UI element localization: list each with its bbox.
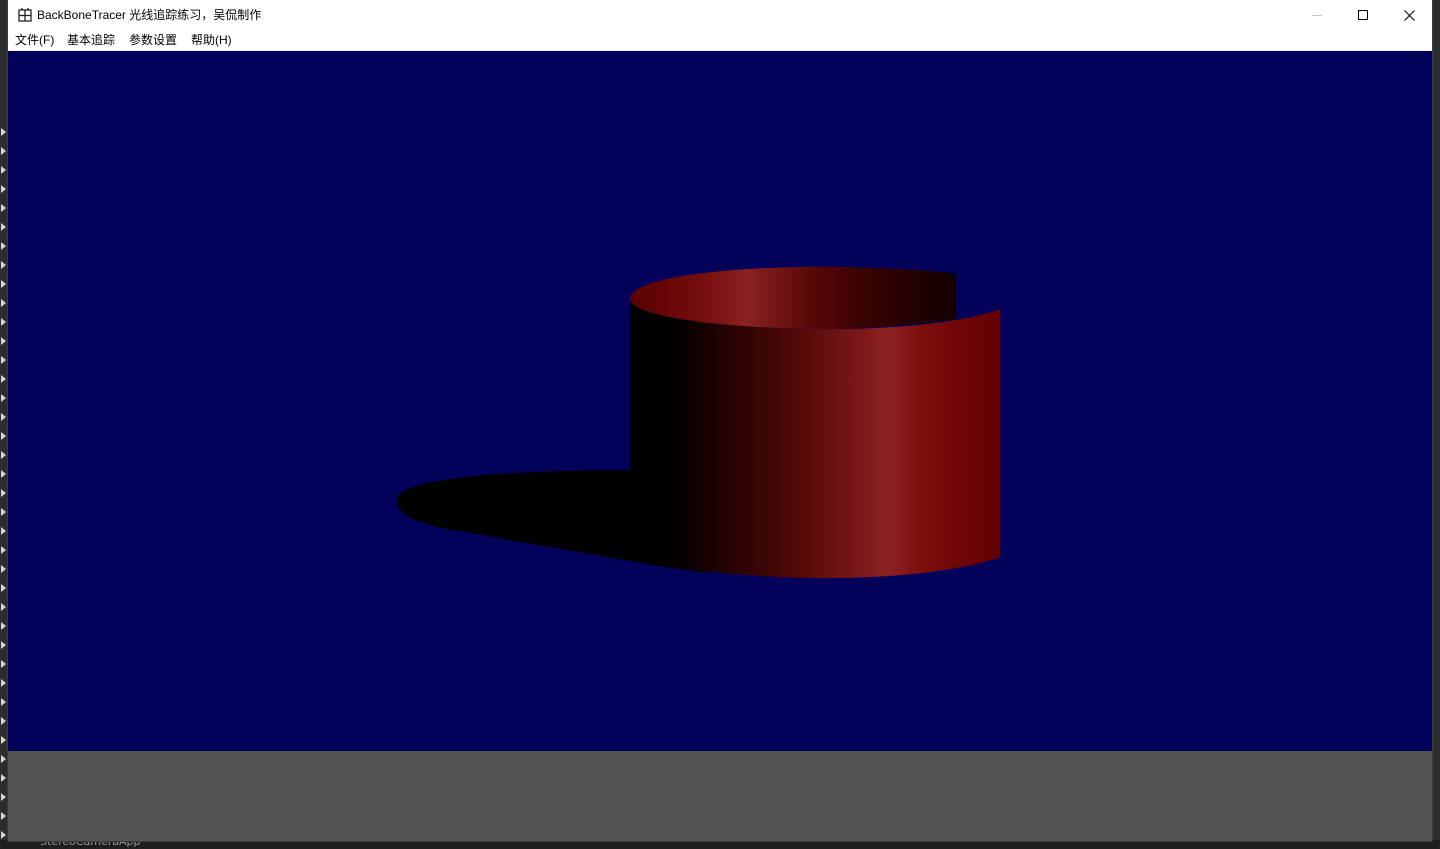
bottom-panel (8, 751, 1432, 841)
tree-expand-arrow-icon (1, 261, 6, 269)
tree-expand-arrow-icon (1, 679, 6, 687)
tree-expand-arrow-icon (1, 375, 6, 383)
cylinder-outer-wall (630, 299, 1000, 579)
tree-expand-arrow-icon (1, 147, 6, 155)
menu-parameter-settings[interactable]: 参数设置 (129, 30, 177, 50)
tree-expand-arrow-icon (1, 622, 6, 630)
tree-expand-arrow-icon (1, 641, 6, 649)
tree-expand-arrow-icon (1, 204, 6, 212)
tree-expand-arrow-icon (1, 128, 6, 136)
tree-expand-arrow-icon (1, 793, 6, 801)
tree-expand-arrow-icon (1, 451, 6, 459)
tree-expand-arrow-icon (1, 470, 6, 478)
tree-expand-arrow-icon (1, 698, 6, 706)
tree-expand-arrow-icon (1, 565, 6, 573)
menu-bar: 文件(F) 基本追踪 参数设置 帮助(H) (8, 30, 1432, 51)
render-viewport[interactable] (8, 51, 1432, 751)
close-button[interactable] (1386, 0, 1432, 30)
background-ide-right-panel (1432, 0, 1440, 849)
background-ide-panel (0, 0, 8, 849)
tree-expand-arrow-icon (1, 280, 6, 288)
tree-expand-arrow-icon (1, 755, 6, 763)
tree-expand-arrow-icon (1, 660, 6, 668)
app-icon (18, 8, 32, 22)
window-title: BackBoneTracer 光线追踪练习，吴侃制作 (37, 8, 262, 22)
close-icon (1403, 9, 1415, 21)
tree-expand-arrow-icon (1, 185, 6, 193)
tree-expand-arrow-icon (1, 356, 6, 364)
title-bar[interactable]: BackBoneTracer 光线追踪练习，吴侃制作 (8, 0, 1432, 30)
tree-expand-arrow-icon (1, 318, 6, 326)
tree-expand-arrow-icon (1, 508, 6, 516)
desktop: StereoCameraApp BackBoneTracer 光线追踪练习，吴侃… (0, 0, 1440, 849)
tree-expand-arrow-icon (1, 774, 6, 782)
minimize-button[interactable] (1294, 0, 1340, 30)
raytraced-scene (396, 266, 1000, 579)
tree-expand-arrow-icon (1, 337, 6, 345)
tree-expand-arrow-icon (1, 489, 6, 497)
maximize-button[interactable] (1340, 0, 1386, 30)
tree-expand-arrow-icon (1, 166, 6, 174)
tree-expand-arrow-icon (1, 413, 6, 421)
tree-expand-arrow-icon (1, 831, 6, 839)
tree-expand-arrow-icon (1, 394, 6, 402)
menu-basic-trace[interactable]: 基本追踪 (67, 30, 115, 50)
minimize-icon (1312, 15, 1322, 16)
tree-expand-arrow-icon (1, 432, 6, 440)
tree-expand-arrow-icon (1, 717, 6, 725)
tree-expand-arrow-icon (1, 584, 6, 592)
tree-expand-arrow-icon (1, 812, 6, 820)
tree-expand-arrow-icon (1, 242, 6, 250)
app-window: BackBoneTracer 光线追踪练习，吴侃制作 文件(F) 基本追踪 参数… (8, 0, 1432, 841)
tree-expand-arrow-icon (1, 223, 6, 231)
menu-help[interactable]: 帮助(H) (191, 30, 232, 50)
background-ide-bottom-panel (0, 840, 1440, 849)
tree-expand-arrow-icon (1, 527, 6, 535)
tree-expand-arrow-icon (1, 603, 6, 611)
menu-file[interactable]: 文件(F) (15, 30, 54, 50)
tree-expand-arrow-icon (1, 299, 6, 307)
tree-expand-arrow-icon (1, 546, 6, 554)
maximize-icon (1358, 10, 1368, 20)
tree-expand-arrow-icon (1, 736, 6, 744)
